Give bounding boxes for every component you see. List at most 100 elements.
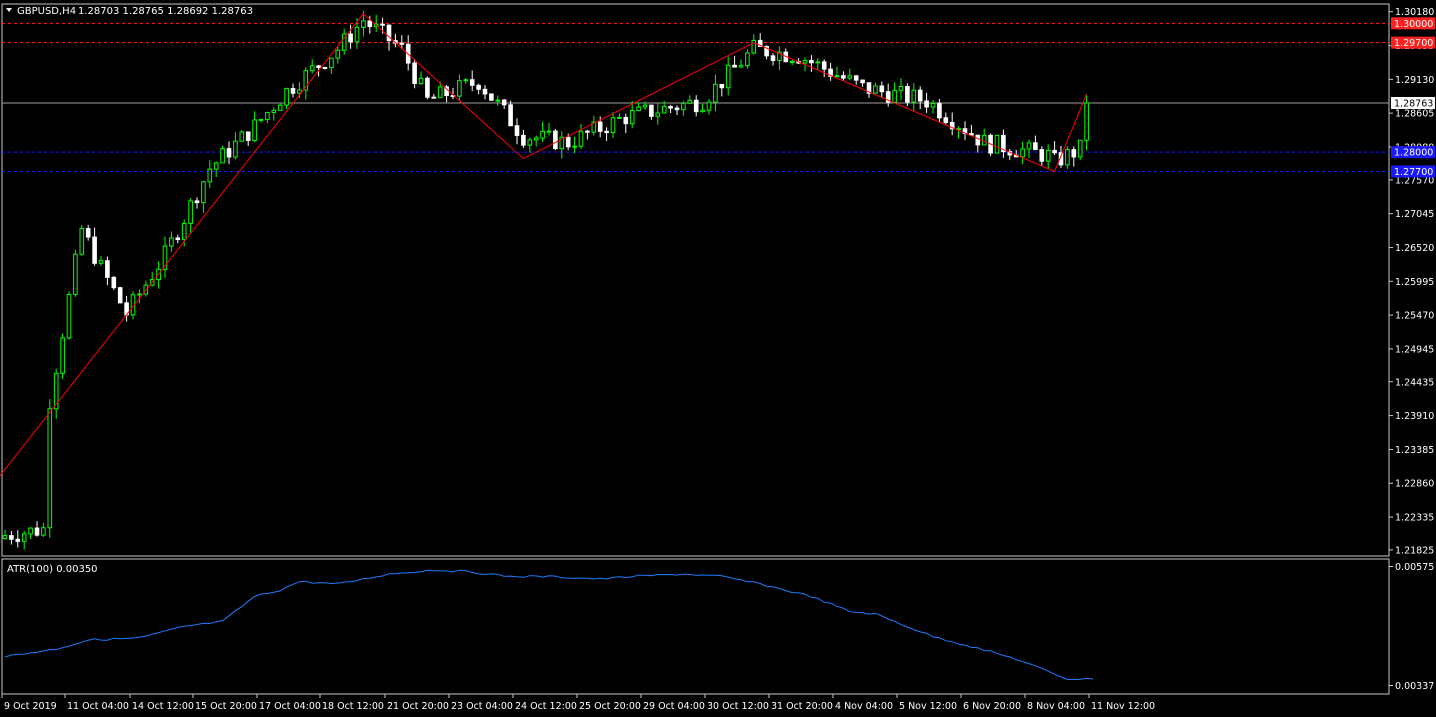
candle[interactable] bbox=[335, 46, 341, 64]
candle[interactable] bbox=[194, 197, 200, 209]
candle[interactable] bbox=[732, 55, 737, 68]
candle[interactable] bbox=[789, 59, 795, 66]
candle[interactable] bbox=[489, 93, 494, 101]
candle[interactable] bbox=[92, 227, 97, 266]
candle[interactable] bbox=[738, 59, 744, 68]
time-axis[interactable]: 9 Oct 2019 11 Oct 04:00 14 Oct 12:00 15 Oct… bbox=[1, 694, 1155, 712]
candle[interactable] bbox=[617, 113, 622, 119]
candle[interactable] bbox=[610, 112, 616, 139]
candle[interactable] bbox=[693, 95, 699, 117]
candle[interactable] bbox=[719, 83, 725, 97]
candle[interactable] bbox=[860, 79, 865, 87]
candle[interactable] bbox=[425, 76, 430, 100]
candle[interactable] bbox=[751, 34, 757, 55]
candle[interactable] bbox=[572, 136, 577, 154]
candle[interactable] bbox=[1084, 94, 1089, 151]
candle[interactable] bbox=[956, 126, 961, 139]
candle[interactable] bbox=[841, 71, 846, 81]
candle[interactable] bbox=[15, 530, 21, 548]
candle[interactable] bbox=[629, 100, 635, 129]
candle[interactable] bbox=[277, 103, 283, 111]
candle[interactable] bbox=[937, 98, 942, 122]
candle[interactable] bbox=[239, 130, 245, 142]
candle[interactable] bbox=[873, 82, 878, 94]
candle[interactable] bbox=[1045, 144, 1051, 170]
candle[interactable] bbox=[271, 107, 277, 121]
candle[interactable] bbox=[469, 70, 475, 92]
candle[interactable] bbox=[879, 81, 885, 98]
candle[interactable] bbox=[649, 104, 654, 120]
candle[interactable] bbox=[681, 101, 686, 116]
candle[interactable] bbox=[713, 74, 718, 112]
candle[interactable] bbox=[892, 82, 897, 104]
candle[interactable] bbox=[21, 530, 27, 550]
candle[interactable] bbox=[559, 131, 565, 159]
candle[interactable] bbox=[949, 112, 955, 136]
candle[interactable] bbox=[943, 112, 949, 125]
candle[interactable] bbox=[124, 295, 129, 322]
candle[interactable] bbox=[687, 95, 693, 105]
candle[interactable] bbox=[85, 224, 91, 241]
candle[interactable] bbox=[578, 123, 584, 150]
candle[interactable] bbox=[1033, 135, 1038, 151]
candle[interactable] bbox=[1052, 141, 1057, 156]
candle[interactable] bbox=[847, 68, 853, 81]
candle[interactable] bbox=[393, 33, 398, 48]
candle[interactable] bbox=[1039, 146, 1045, 167]
candle[interactable] bbox=[994, 134, 1000, 154]
candle[interactable] bbox=[745, 49, 750, 69]
candle[interactable] bbox=[521, 129, 526, 149]
chart-menu-triangle-icon[interactable] bbox=[6, 8, 12, 12]
candle[interactable] bbox=[533, 135, 539, 147]
candle[interactable] bbox=[591, 115, 597, 136]
candle[interactable] bbox=[930, 99, 936, 114]
candle[interactable] bbox=[220, 145, 225, 164]
candle[interactable] bbox=[105, 256, 110, 286]
candle[interactable] bbox=[341, 28, 347, 55]
candle[interactable] bbox=[329, 57, 334, 74]
candle[interactable] bbox=[47, 399, 53, 538]
candle[interactable] bbox=[1077, 139, 1083, 161]
candle[interactable] bbox=[41, 522, 46, 537]
candle[interactable] bbox=[418, 71, 424, 86]
candle[interactable] bbox=[162, 236, 168, 279]
candle[interactable] bbox=[201, 180, 206, 213]
candle[interactable] bbox=[866, 82, 872, 98]
candle[interactable] bbox=[981, 128, 987, 146]
candle[interactable] bbox=[303, 67, 309, 100]
candle[interactable] bbox=[508, 100, 513, 127]
candle[interactable] bbox=[79, 225, 85, 256]
candle[interactable] bbox=[924, 92, 929, 113]
candle[interactable] bbox=[245, 131, 251, 146]
candle[interactable] bbox=[28, 527, 33, 540]
candle[interactable] bbox=[412, 59, 417, 89]
candle[interactable] bbox=[463, 77, 469, 85]
candle[interactable] bbox=[73, 249, 78, 297]
candle[interactable] bbox=[1020, 141, 1025, 164]
candle[interactable] bbox=[66, 291, 72, 340]
candle[interactable] bbox=[777, 46, 782, 71]
candle[interactable] bbox=[457, 74, 462, 101]
candle[interactable] bbox=[482, 85, 488, 100]
candle[interactable] bbox=[700, 103, 705, 113]
candle[interactable] bbox=[213, 161, 219, 178]
candle[interactable] bbox=[585, 129, 590, 140]
candle[interactable] bbox=[527, 137, 533, 153]
candle[interactable] bbox=[828, 62, 833, 81]
candle[interactable] bbox=[258, 118, 264, 123]
candle[interactable] bbox=[431, 93, 437, 99]
price-axis[interactable]: 1.301801.296551.291301.286051.280801.275… bbox=[1389, 7, 1435, 692]
candle[interactable] bbox=[60, 333, 65, 379]
candle[interactable] bbox=[309, 59, 315, 74]
candle[interactable] bbox=[169, 231, 174, 252]
candle[interactable] bbox=[9, 531, 14, 545]
candle[interactable] bbox=[553, 128, 558, 151]
candle[interactable] bbox=[668, 104, 673, 114]
candle[interactable] bbox=[917, 86, 923, 110]
candle[interactable] bbox=[495, 95, 501, 106]
candle[interactable] bbox=[476, 83, 481, 95]
candle[interactable] bbox=[623, 113, 629, 134]
candle[interactable] bbox=[821, 59, 827, 78]
candle[interactable] bbox=[674, 105, 680, 116]
candle[interactable] bbox=[834, 66, 840, 78]
